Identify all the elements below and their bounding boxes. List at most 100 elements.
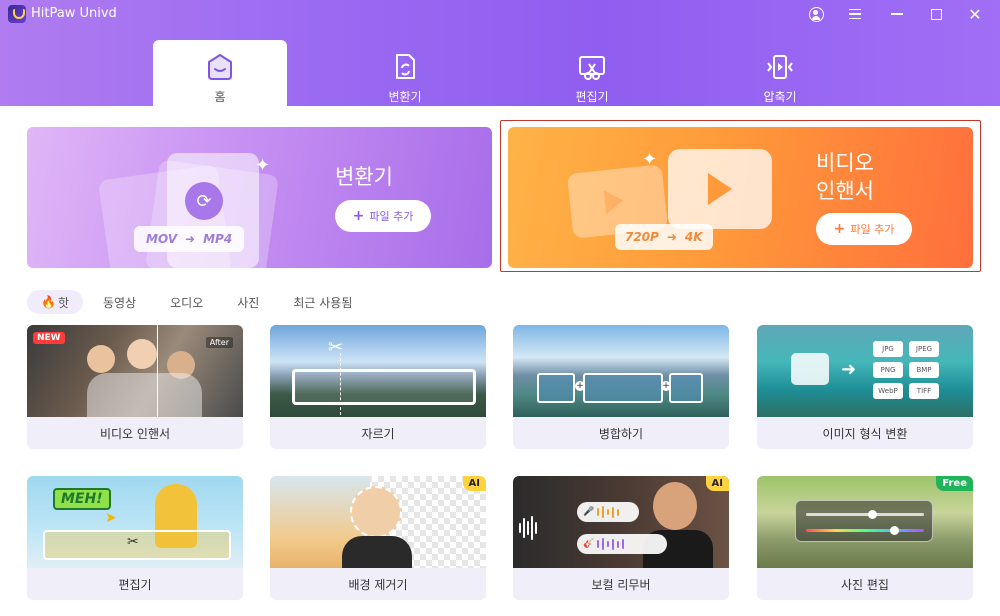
category-label: 핫 xyxy=(57,295,69,310)
category-label: 사진 xyxy=(237,295,260,310)
minimize-button[interactable] xyxy=(886,4,908,24)
cut-line xyxy=(340,353,341,415)
after-tag: After xyxy=(205,337,233,348)
enhancer-add-file-button[interactable]: + 파일 추가 xyxy=(816,213,912,245)
scissors-icon: ✂ xyxy=(127,534,139,550)
format-to: MP4 xyxy=(203,232,233,246)
category-label: 동영상 xyxy=(103,295,137,310)
format-from: MOV xyxy=(146,232,178,246)
tool-card-merge[interactable]: + + 병합하기 xyxy=(513,325,729,449)
scissors-icon: ✂ xyxy=(328,337,344,358)
card-label: 비디오 인핸서 xyxy=(99,426,171,441)
resolution-to: 4K xyxy=(684,230,703,244)
format-grid: JPG JPEG PNG BMP WebP TIFF xyxy=(873,341,939,399)
tab-compress[interactable]: 압축기 xyxy=(715,40,845,106)
format-chip: TIFF xyxy=(909,383,939,399)
tool-card-vocal-remover[interactable]: 🎤 🎸 AI 보컬 리무버 xyxy=(513,476,729,600)
thumbnail xyxy=(270,476,486,568)
add-file-label: 파일 추가 xyxy=(369,210,414,223)
arrow-icon: ➜ xyxy=(666,230,677,244)
play-icon xyxy=(708,173,732,205)
microphone-icon: 🎤 xyxy=(583,507,595,517)
arrow-icon: ➜ xyxy=(185,232,196,246)
arrow-icon: ➜ xyxy=(841,359,857,380)
converter-banner[interactable]: ⟳ ✦ MOV ➜ MP4 변환기 + 파일 추가 xyxy=(27,127,492,268)
tab-convert[interactable]: 변환기 xyxy=(340,40,470,106)
vocal-track: 🎤 xyxy=(577,502,639,522)
edit-icon xyxy=(579,56,605,80)
enhancer-title-line1: 비디오 xyxy=(816,151,874,175)
converter-title: 변환기 xyxy=(335,165,393,189)
fire-icon: 🔥 xyxy=(41,295,56,309)
app-title: HitPaw Univd xyxy=(31,6,117,21)
tab-label: 변환기 xyxy=(388,90,422,104)
tab-label: 압축기 xyxy=(763,90,797,104)
thumbnail: 🎤 🎸 xyxy=(513,476,729,568)
new-badge: NEW xyxy=(33,332,65,344)
converter-add-file-button[interactable]: + 파일 추가 xyxy=(335,200,431,232)
adjustment-panel xyxy=(795,500,933,542)
tool-card-trim[interactable]: ✂ 자르기 xyxy=(270,325,486,449)
card-label: 편집기 xyxy=(118,577,152,592)
menu-button[interactable] xyxy=(844,4,866,24)
sticker-text: MEH! xyxy=(53,488,111,510)
resolution-from: 720P xyxy=(625,230,659,244)
card-label: 배경 제거기 xyxy=(348,577,408,592)
enhancer-title-line2: 인핸서 xyxy=(816,179,874,203)
enhancer-title: 비디오 인핸서 xyxy=(816,149,874,205)
tool-card-background-remover[interactable]: AI 배경 제거기 xyxy=(270,476,486,600)
card-label: 자르기 xyxy=(361,426,395,441)
cursor-icon: ➤ xyxy=(105,510,117,526)
tool-card-video-enhancer[interactable]: NEW After 비디오 인핸서 xyxy=(27,325,243,449)
person-figure xyxy=(127,339,157,369)
maximize-icon xyxy=(930,8,942,20)
plus-icon: + xyxy=(661,381,671,391)
account-button[interactable] xyxy=(805,4,827,24)
category-tabs: 🔥 핫 동영상 오디오 사진 최근 사용됨 xyxy=(27,290,366,314)
convert-cycle-icon: ⟳ xyxy=(185,182,223,220)
image-icon xyxy=(791,353,829,385)
brightness-slider xyxy=(806,510,924,519)
person-figure xyxy=(87,345,115,373)
maximize-button[interactable] xyxy=(925,4,947,24)
category-video[interactable]: 동영상 xyxy=(89,290,150,314)
sparkle-icon: ✦ xyxy=(255,155,271,176)
category-label: 오디오 xyxy=(170,295,204,310)
person-figure xyxy=(350,486,402,538)
minimize-icon xyxy=(891,13,903,15)
tool-card-image-convert[interactable]: ➜ JPG JPEG PNG BMP WebP TIFF 이미지 형식 변환 xyxy=(757,325,973,449)
compare-divider xyxy=(157,325,158,417)
tool-card-photo-edit[interactable]: Free 사진 편집 xyxy=(757,476,973,600)
thumbnail: ✂ xyxy=(270,325,486,417)
app-logo xyxy=(8,5,26,23)
tab-home[interactable]: 홈 xyxy=(153,40,287,106)
format-chip: JPEG xyxy=(909,341,939,357)
instrument-track: 🎸 xyxy=(577,534,667,554)
tab-edit[interactable]: 편집기 xyxy=(527,40,657,106)
ai-badge: AI xyxy=(462,476,486,491)
video-enhancer-banner[interactable]: ✦ 720P ➜ 4K 비디오 인핸서 + 파일 추가 xyxy=(508,127,973,268)
close-button[interactable]: ✕ xyxy=(964,4,986,24)
format-chip: JPG xyxy=(873,341,903,357)
thumbnail: + + xyxy=(513,325,729,417)
format-chip: PNG xyxy=(873,362,903,378)
card-label: 사진 편집 xyxy=(841,577,889,592)
category-photo[interactable]: 사진 xyxy=(223,290,273,314)
category-recent[interactable]: 최근 사용됨 xyxy=(279,290,366,314)
category-label: 최근 사용됨 xyxy=(293,295,353,310)
category-audio[interactable]: 오디오 xyxy=(156,290,217,314)
tab-label: 홈 xyxy=(214,90,226,104)
person-body xyxy=(342,536,412,568)
plus-icon: + xyxy=(352,208,365,224)
convert-icon xyxy=(396,54,415,79)
tool-card-editor[interactable]: MEH! ➤ ✂ 편집기 xyxy=(27,476,243,600)
category-hot[interactable]: 🔥 핫 xyxy=(27,290,83,314)
user-icon xyxy=(808,6,824,22)
tab-label: 편집기 xyxy=(575,90,609,104)
hue-slider xyxy=(806,526,924,535)
timeline-strip xyxy=(292,369,476,405)
clip-thumb xyxy=(583,373,663,403)
app-header: HitPaw Univd ✕ 홈 변환기 편집기 압축기 xyxy=(0,0,1000,106)
card-label: 보컬 리무버 xyxy=(591,577,651,592)
people-bodies xyxy=(87,373,202,417)
